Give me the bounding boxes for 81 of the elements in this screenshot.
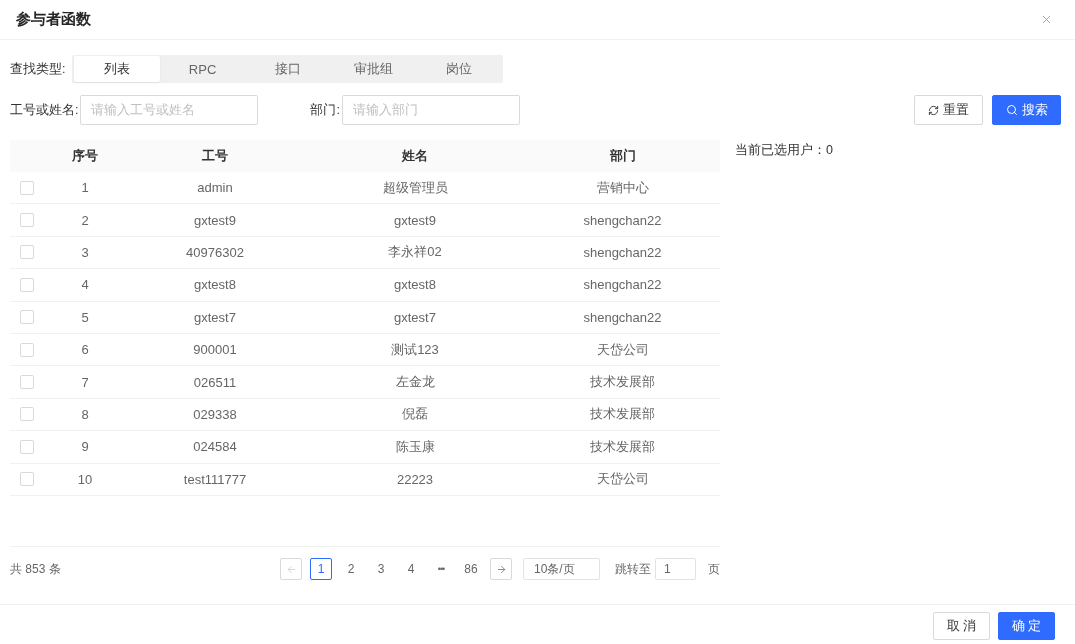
table-cell-text: 技术发展部 <box>589 373 656 392</box>
table-cell-text: 026511 <box>192 373 238 392</box>
table-cell-text: gxtest7 <box>393 308 437 327</box>
table-cell-text: 6 <box>80 341 90 360</box>
column-header: 姓名 <box>401 147 429 165</box>
table-cell-text: shengchan22 <box>582 308 663 327</box>
row-checkbox[interactable] <box>20 472 34 487</box>
table-cell-text: shengchan22 <box>582 243 663 262</box>
row-checkbox[interactable] <box>20 213 34 228</box>
row-checkbox[interactable] <box>20 245 34 260</box>
table-cell-text: 测试123 <box>390 340 440 359</box>
table-cell-text: 2 <box>80 211 90 230</box>
reset-button[interactable]: 重置 <box>914 95 983 125</box>
table-cell-text: 029338 <box>192 405 238 424</box>
search-icon <box>1005 104 1018 116</box>
total-count: 共 853 条 <box>10 561 61 578</box>
input-field[interactable]: 请输入工号或姓名 <box>80 95 259 125</box>
field-label: 部门: <box>310 101 340 119</box>
page-size-select[interactable]: 10条/页 <box>523 558 600 580</box>
column-header: 部门 <box>608 147 637 165</box>
row-checkbox[interactable] <box>20 277 34 292</box>
next-page-button[interactable] <box>490 558 512 580</box>
table-cell-text: gxtest7 <box>193 308 237 327</box>
arrow-right-icon <box>495 563 507 575</box>
table-cell-text: 4 <box>80 276 90 295</box>
table-cell-text: 024584 <box>192 438 238 457</box>
row-checkbox[interactable] <box>20 407 34 422</box>
table-cell-text: 9 <box>80 438 90 457</box>
table-cell-text: gxtest9 <box>193 211 237 230</box>
table-cell-text: 左金龙 <box>394 373 436 392</box>
refresh-icon <box>928 104 939 116</box>
table-cell-text: 3 <box>80 243 90 262</box>
selected-users-text: 当前已选用户：0 <box>735 142 833 158</box>
page-suffix: 页 <box>708 560 720 578</box>
table-cell-text: 40976302 <box>185 243 245 262</box>
table-cell-text: 李永祥02 <box>387 243 443 262</box>
table-cell-text: 倪磊 <box>401 405 429 424</box>
row-checkbox[interactable] <box>20 180 34 195</box>
table-cell-text: test111777 <box>182 470 248 489</box>
table-cell-text: 10 <box>76 470 94 489</box>
jump-label: 跳转至 <box>615 560 651 578</box>
segment-tab[interactable]: 审批组 <box>330 56 417 82</box>
cancel-button[interactable]: 取 消 <box>933 612 990 640</box>
row-checkbox[interactable] <box>20 310 34 325</box>
arrow-left-icon <box>285 563 297 575</box>
table-cell-text: gxtest8 <box>393 276 437 295</box>
row-checkbox[interactable] <box>20 439 34 454</box>
table-cell-text: 技术发展部 <box>589 405 656 424</box>
segment-tab[interactable]: 岗位 <box>416 56 502 82</box>
row-checkbox[interactable] <box>20 342 34 357</box>
table-cell-text: 天岱公司 <box>595 340 650 359</box>
field-label: 工号或姓名: <box>10 101 79 119</box>
page-item[interactable]: 1 <box>310 558 332 580</box>
table-cell-text: shengchan22 <box>582 211 663 230</box>
table-cell-text: 8 <box>80 405 90 424</box>
table-cell-text: 天岱公司 <box>595 470 650 489</box>
row-checkbox[interactable] <box>20 375 34 390</box>
field-label: 查找类型: <box>10 60 66 78</box>
table-cell-text: 900001 <box>192 341 238 360</box>
table-cell-text: 陈玉康 <box>394 437 436 456</box>
table-cell-text: 5 <box>80 308 90 327</box>
table-cell-text: gxtest8 <box>193 276 237 295</box>
column-header: 序号 <box>71 147 99 165</box>
segment-tab[interactable]: 列表 <box>74 56 160 82</box>
search-button[interactable]: 搜索 <box>992 95 1061 125</box>
table-cell-text: shengchan22 <box>582 276 663 295</box>
table-cell-text: gxtest9 <box>393 211 437 230</box>
table-cell-text: 超级管理员 <box>381 178 449 197</box>
table-cell-text: 22223 <box>395 470 435 489</box>
segment-tab[interactable]: 接口 <box>245 56 331 82</box>
table-cell-text: 1 <box>80 179 90 198</box>
table-cell-text: 技术发展部 <box>589 437 656 456</box>
confirm-button[interactable]: 确 定 <box>998 612 1055 640</box>
table-cell-text: 营销中心 <box>595 178 650 197</box>
table-cell-text: admin <box>196 179 234 198</box>
dialog-title: 参与者函数 <box>16 10 91 29</box>
column-header: 工号 <box>201 147 229 165</box>
close-icon[interactable] <box>1040 13 1053 26</box>
jump-input[interactable]: 1 <box>655 558 696 580</box>
segment-tab[interactable]: RPC <box>159 56 246 82</box>
table-cell-text: 7 <box>80 373 90 392</box>
